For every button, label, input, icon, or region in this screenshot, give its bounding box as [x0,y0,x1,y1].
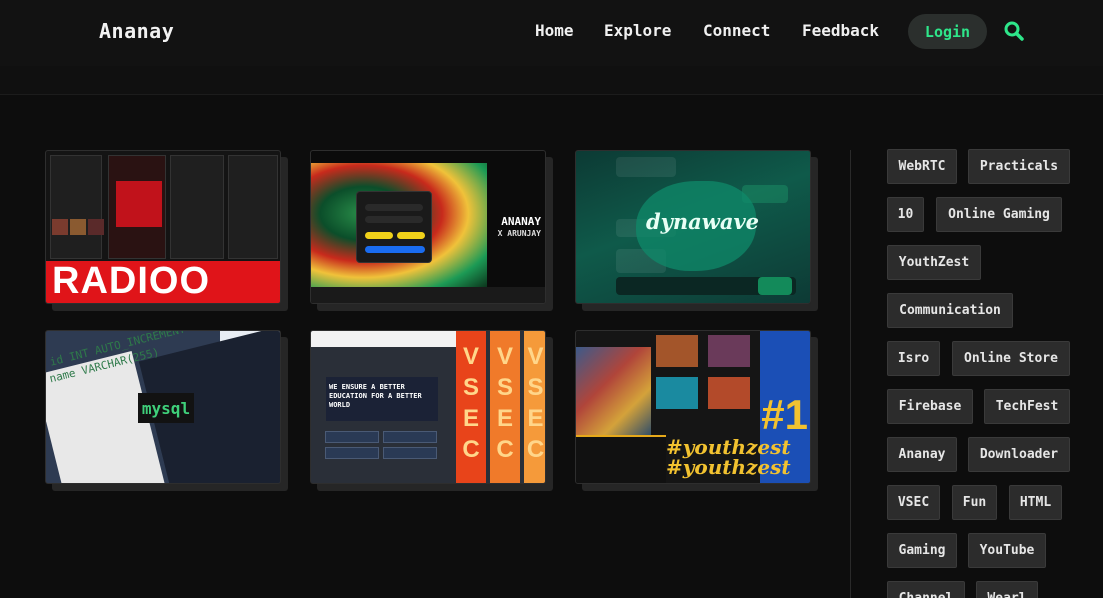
tag-10[interactable]: 10 [887,197,924,232]
nav-home[interactable]: Home [535,21,574,40]
photo-tile [656,377,698,409]
nav-feedback[interactable]: Feedback [802,21,879,40]
tag-techfest[interactable]: TechFest [984,389,1070,424]
album-tile [70,219,86,235]
navbar: Ananay Home Explore Connect Feedback Log… [0,0,1103,66]
tag-downloader[interactable]: Downloader [968,437,1070,472]
sidebar-divider [850,150,851,598]
project-card-mysql[interactable]: id INT AUTO_INCREMENT name VARCHAR(255) … [45,330,281,484]
site-button [383,447,437,459]
project-card-radioo[interactable]: RADIOO [45,150,281,304]
input-pill [365,204,423,211]
tag-fun[interactable]: Fun [952,485,997,520]
input-pill [365,216,423,223]
site-button [383,431,437,443]
sub-header-bar [0,66,1103,95]
card-title: ANANAY [501,215,541,228]
tag-channel[interactable]: Channel [887,581,965,598]
album-tile [88,219,104,235]
album-tile [52,219,68,235]
tag-vsec[interactable]: VSEC [887,485,940,520]
project-card-youthzest[interactable]: #1 #youthzest #youthzest [575,330,811,484]
brand-logo[interactable]: Ananay [99,19,174,43]
vsec-column: VSEC [524,331,545,483]
tag-html[interactable]: HTML [1009,485,1062,520]
card-title: mysql [138,393,194,423]
arc-graphic [576,435,666,483]
card-title: RADIOO [52,260,210,302]
project-card-vsec[interactable]: WE ENSURE A BETTER EDUCATION FOR A BETTE… [310,330,546,484]
button-pill [397,232,425,239]
dock-bar [311,287,545,303]
app-panel [228,155,278,259]
card-title: dynawave [646,209,760,234]
app-panel [50,155,102,259]
rank-badge: #1 [761,391,808,438]
vsec-column: VSEC [456,331,486,483]
send-button [758,277,792,295]
nav-explore[interactable]: Explore [604,21,671,40]
tag-youtube[interactable]: YouTube [968,533,1046,568]
card-subtitle: X ARUNJAY [497,229,541,238]
chat-bubble [616,157,676,177]
tag-online-gaming[interactable]: Online Gaming [936,197,1062,232]
hero-text: WE ENSURE A BETTER EDUCATION FOR A BETTE… [329,383,422,409]
tag-ananay[interactable]: Ananay [887,437,957,472]
photo-collage [576,347,651,437]
site-header [311,331,456,347]
site-button [325,431,379,443]
project-card-ananay-x-arunjay[interactable]: ANANAY X ARUNJAY [310,150,546,304]
tag-communication[interactable]: Communication [887,293,1013,328]
tag-isro[interactable]: Isro [887,341,940,376]
photo-tile [708,377,750,409]
tag-gaming[interactable]: Gaming [887,533,957,568]
button-pill [365,232,393,239]
nav-connect[interactable]: Connect [703,21,770,40]
tag-online-store[interactable]: Online Store [952,341,1070,376]
album-art [116,181,162,227]
project-card-dynawave[interactable]: dynawave [575,150,811,304]
app-panel [170,155,224,259]
tag-webrtc[interactable]: WebRTC [887,149,957,184]
site-button [325,447,379,459]
card-title-echo: #youthzest [666,455,791,479]
tag-practicals[interactable]: Practicals [968,149,1070,184]
photo-tile [656,335,698,367]
login-button[interactable]: Login [908,14,987,49]
login-dialog [356,191,432,263]
button-pill [365,246,425,253]
photo-tile [708,335,750,367]
vsec-column: VSEC [490,331,520,483]
tag-youthzest[interactable]: YouthZest [887,245,981,280]
search-icon[interactable] [1003,20,1025,42]
tag-wearl[interactable]: Wearl [976,581,1038,598]
tag-firebase[interactable]: Firebase [887,389,973,424]
